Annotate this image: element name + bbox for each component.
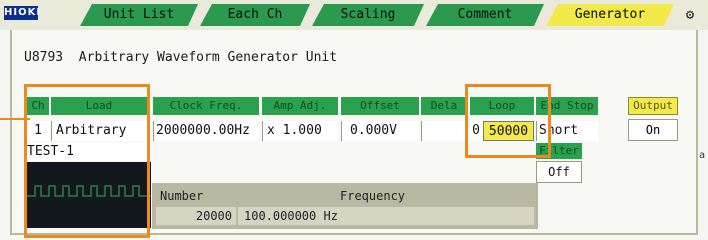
load-highlight-box — [24, 84, 150, 238]
output-label: Output — [628, 97, 678, 115]
side-text: a — [699, 150, 706, 161]
offset-input[interactable]: 0.000V — [341, 121, 419, 141]
hioki-logo: HIOKI — [4, 6, 42, 20]
header-clock-freq: Clock Freq. — [153, 97, 259, 115]
tab-unit-list[interactable]: Unit List — [80, 4, 198, 26]
delay-input[interactable] — [421, 121, 467, 141]
header-delay: Dela — [421, 97, 467, 115]
unit-title: U8793 Arbitrary Waveform Generator Unit — [24, 50, 338, 65]
header-offset: Offset — [341, 97, 419, 115]
settings-icon[interactable]: ⚙ — [676, 7, 704, 23]
tab-scaling[interactable]: Scaling — [312, 4, 424, 26]
callout-line — [0, 118, 30, 120]
clock-freq-input[interactable]: 2000000.00Hz — [153, 121, 259, 141]
header-number: Number — [160, 189, 204, 203]
tab-comment[interactable]: Comment — [426, 4, 544, 26]
header-amp-adj: Amp Adj. — [262, 97, 338, 115]
filter-select[interactable]: Off — [536, 161, 582, 183]
amp-adj-input[interactable]: x 1.000 — [262, 121, 338, 141]
tab-generator[interactable]: Generator — [546, 4, 674, 26]
cell-number: 20000 — [156, 207, 236, 225]
tab-each-ch[interactable]: Each Ch — [200, 4, 310, 26]
header-frequency: Frequency — [340, 189, 406, 203]
loop-highlight-box — [465, 84, 551, 158]
cell-frequency: 100.000000 Hz — [238, 207, 534, 225]
output-select[interactable]: On — [628, 119, 678, 141]
